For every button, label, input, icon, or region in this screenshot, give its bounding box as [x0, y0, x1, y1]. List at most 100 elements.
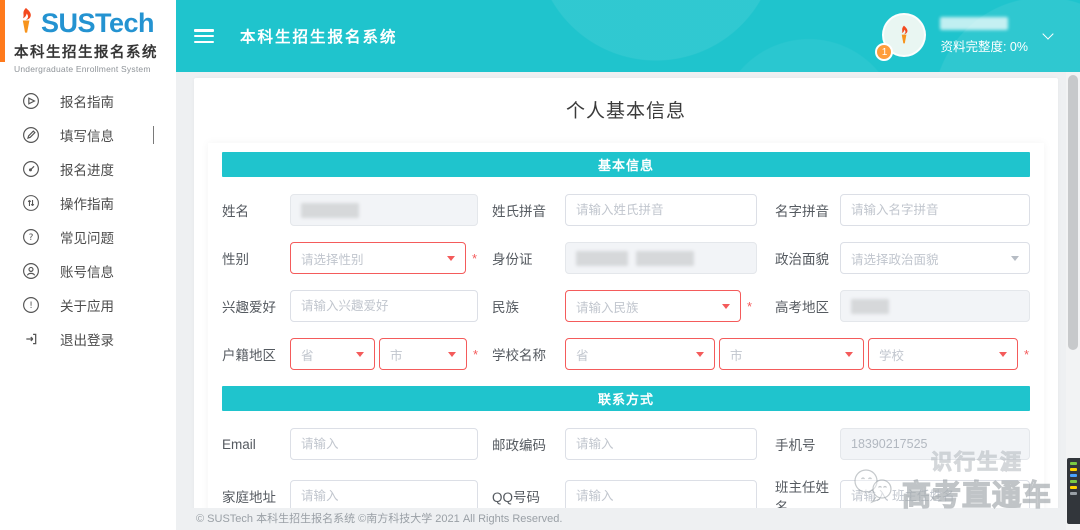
torch-icon	[902, 25, 908, 44]
brand-name: SUSTech	[41, 8, 155, 38]
given-pinyin-label: 名字拼音	[775, 204, 829, 219]
redacted-value	[851, 298, 889, 314]
user-name-redacted	[940, 17, 1009, 30]
form-row: 兴趣爱好 民族 请输入民族 * 高考地区	[222, 290, 1030, 322]
svg-text:!: !	[29, 301, 33, 311]
sidebar-item-label: 报名指南	[60, 95, 114, 110]
household-province-select[interactable]: 省	[290, 338, 375, 370]
sidebar-item-label: 报名进度	[60, 163, 114, 178]
gender-label: 性别	[222, 252, 249, 267]
scrollbar-thumb[interactable]	[1068, 75, 1078, 350]
sidebar-item-signup-progress[interactable]: 报名进度	[0, 152, 176, 186]
sidebar-menu: 报名指南 填写信息 报名进度 操作指南 ? 常见问题 账号信息 ! 关于应用 退…	[0, 84, 176, 356]
brand-title-en: Undergraduate Enrollment System	[14, 64, 151, 74]
household-region-label: 户籍地区	[222, 348, 276, 363]
gender-select[interactable]: 请选择性别	[290, 242, 466, 274]
page-title: 个人基本信息	[565, 101, 686, 122]
sidebar-item-operation-guide[interactable]: 操作指南	[0, 186, 176, 220]
edit-icon	[22, 126, 40, 144]
send-icon	[22, 92, 40, 110]
required-mark: *	[747, 298, 753, 314]
required-mark: *	[473, 346, 479, 362]
user-menu[interactable]: 1 资料完整度: 0%	[875, 13, 1054, 61]
account-icon	[22, 262, 40, 280]
left-accent-bar	[0, 0, 5, 62]
sidebar-item-label: 填写信息	[60, 129, 114, 144]
surname-pinyin-input[interactable]	[565, 194, 757, 226]
caret-down-icon	[356, 351, 364, 357]
edge-docked-widget[interactable]	[1067, 458, 1080, 524]
sidebar-item-label: 账号信息	[60, 265, 114, 280]
sidebar-item-account-info[interactable]: 账号信息	[0, 254, 176, 288]
sidebar-item-about[interactable]: ! 关于应用	[0, 288, 176, 322]
logout-icon	[22, 330, 40, 348]
id-card-input	[565, 242, 757, 274]
main-content: 个人基本信息 基本信息 姓名 姓氏拼音 名字拼音	[176, 72, 1066, 530]
caret-down-icon	[447, 255, 455, 261]
caret-down-icon	[696, 351, 704, 357]
sidebar-item-faq[interactable]: ? 常见问题	[0, 220, 176, 254]
redacted-value	[636, 250, 694, 266]
question-icon: ?	[22, 228, 40, 246]
sidebar: SUSTech 本科生招生报名系统 Undergraduate Enrollme…	[0, 0, 176, 530]
name-label: 姓名	[222, 204, 249, 219]
postal-code-label: 邮政编码	[492, 438, 546, 453]
top-header: 本科生招生报名系统 1 资料完整度: 0%	[176, 0, 1080, 72]
form-card: 基本信息 姓名 姓氏拼音 名字拼音	[208, 143, 1044, 530]
political-label: 政治面貌	[775, 252, 829, 267]
sidebar-item-fill-info[interactable]: 填写信息	[0, 118, 176, 152]
header-title: 本科生招生报名系统	[240, 29, 398, 46]
redacted-value	[576, 250, 628, 266]
caret-down-icon	[722, 303, 730, 309]
hobby-input[interactable]	[290, 290, 478, 322]
section-header-contact: 联系方式	[222, 386, 1030, 411]
caret-down-icon	[999, 351, 1007, 357]
id-card-label: 身份证	[492, 252, 533, 267]
gaokao-region-label: 高考地区	[775, 300, 829, 315]
ethnicity-select[interactable]: 请输入民族	[565, 290, 741, 322]
footer-copyright: © SUSTech 本科生招生报名系统 ©南方科技大学 2021 All Rig…	[176, 508, 1066, 530]
postal-code-input[interactable]	[565, 428, 757, 460]
redacted-value	[301, 202, 359, 218]
home-address-label: 家庭地址	[222, 490, 276, 505]
hamburger-icon[interactable]	[194, 29, 214, 43]
sidebar-item-label: 常见问题	[60, 231, 114, 246]
form-row: Email 邮政编码 手机号 18390217525	[222, 428, 1030, 460]
chevron-down-icon[interactable]	[1042, 28, 1054, 40]
hobby-label: 兴趣爱好	[222, 300, 276, 315]
sidebar-item-label: 关于应用	[60, 299, 114, 314]
school-city-select[interactable]: 市	[719, 338, 864, 370]
form-row: 户籍地区 省 市 * 学校名称 省 市 学校 *	[222, 338, 1030, 370]
form-row: 姓名 姓氏拼音 名字拼音	[222, 194, 1030, 226]
gaokao-region-input	[840, 290, 1030, 322]
school-select-group: 省 市 学校 *	[565, 338, 1029, 370]
sidebar-item-signup-guide[interactable]: 报名指南	[0, 84, 176, 118]
phone-input: 18390217525	[840, 428, 1030, 460]
qq-label: QQ号码	[492, 490, 541, 505]
required-mark: *	[472, 250, 478, 266]
caret-down-icon	[448, 351, 456, 357]
notification-badge: 1	[875, 43, 894, 61]
email-input[interactable]	[290, 428, 478, 460]
form-panel: 个人基本信息 基本信息 姓名 姓氏拼音 名字拼音	[194, 78, 1058, 530]
profile-completeness: 资料完整度: 0%	[940, 40, 1028, 54]
app-window: SUSTech 本科生招生报名系统 Undergraduate Enrollme…	[0, 0, 1080, 530]
brand-logo: SUSTech 本科生招生报名系统 Undergraduate Enrollme…	[0, 0, 176, 74]
svg-text:?: ?	[29, 233, 34, 243]
school-province-select[interactable]: 省	[565, 338, 715, 370]
school-name-select[interactable]: 学校	[868, 338, 1018, 370]
surname-pinyin-label: 姓氏拼音	[492, 204, 546, 219]
sidebar-item-logout[interactable]: 退出登录	[0, 322, 176, 356]
section-header-basic: 基本信息	[222, 152, 1030, 177]
required-mark: *	[1024, 346, 1030, 362]
political-select[interactable]: 请选择政治面貌	[840, 242, 1030, 274]
sidebar-item-label: 退出登录	[60, 333, 114, 348]
phone-label: 手机号	[775, 438, 816, 453]
email-label: Email	[222, 436, 256, 452]
ethnicity-label: 民族	[492, 300, 519, 315]
torch-icon	[14, 7, 38, 40]
chevron-down-icon[interactable]	[153, 126, 154, 144]
given-pinyin-input[interactable]	[840, 194, 1030, 226]
household-city-select[interactable]: 市	[379, 338, 467, 370]
caret-down-icon	[1011, 255, 1019, 261]
